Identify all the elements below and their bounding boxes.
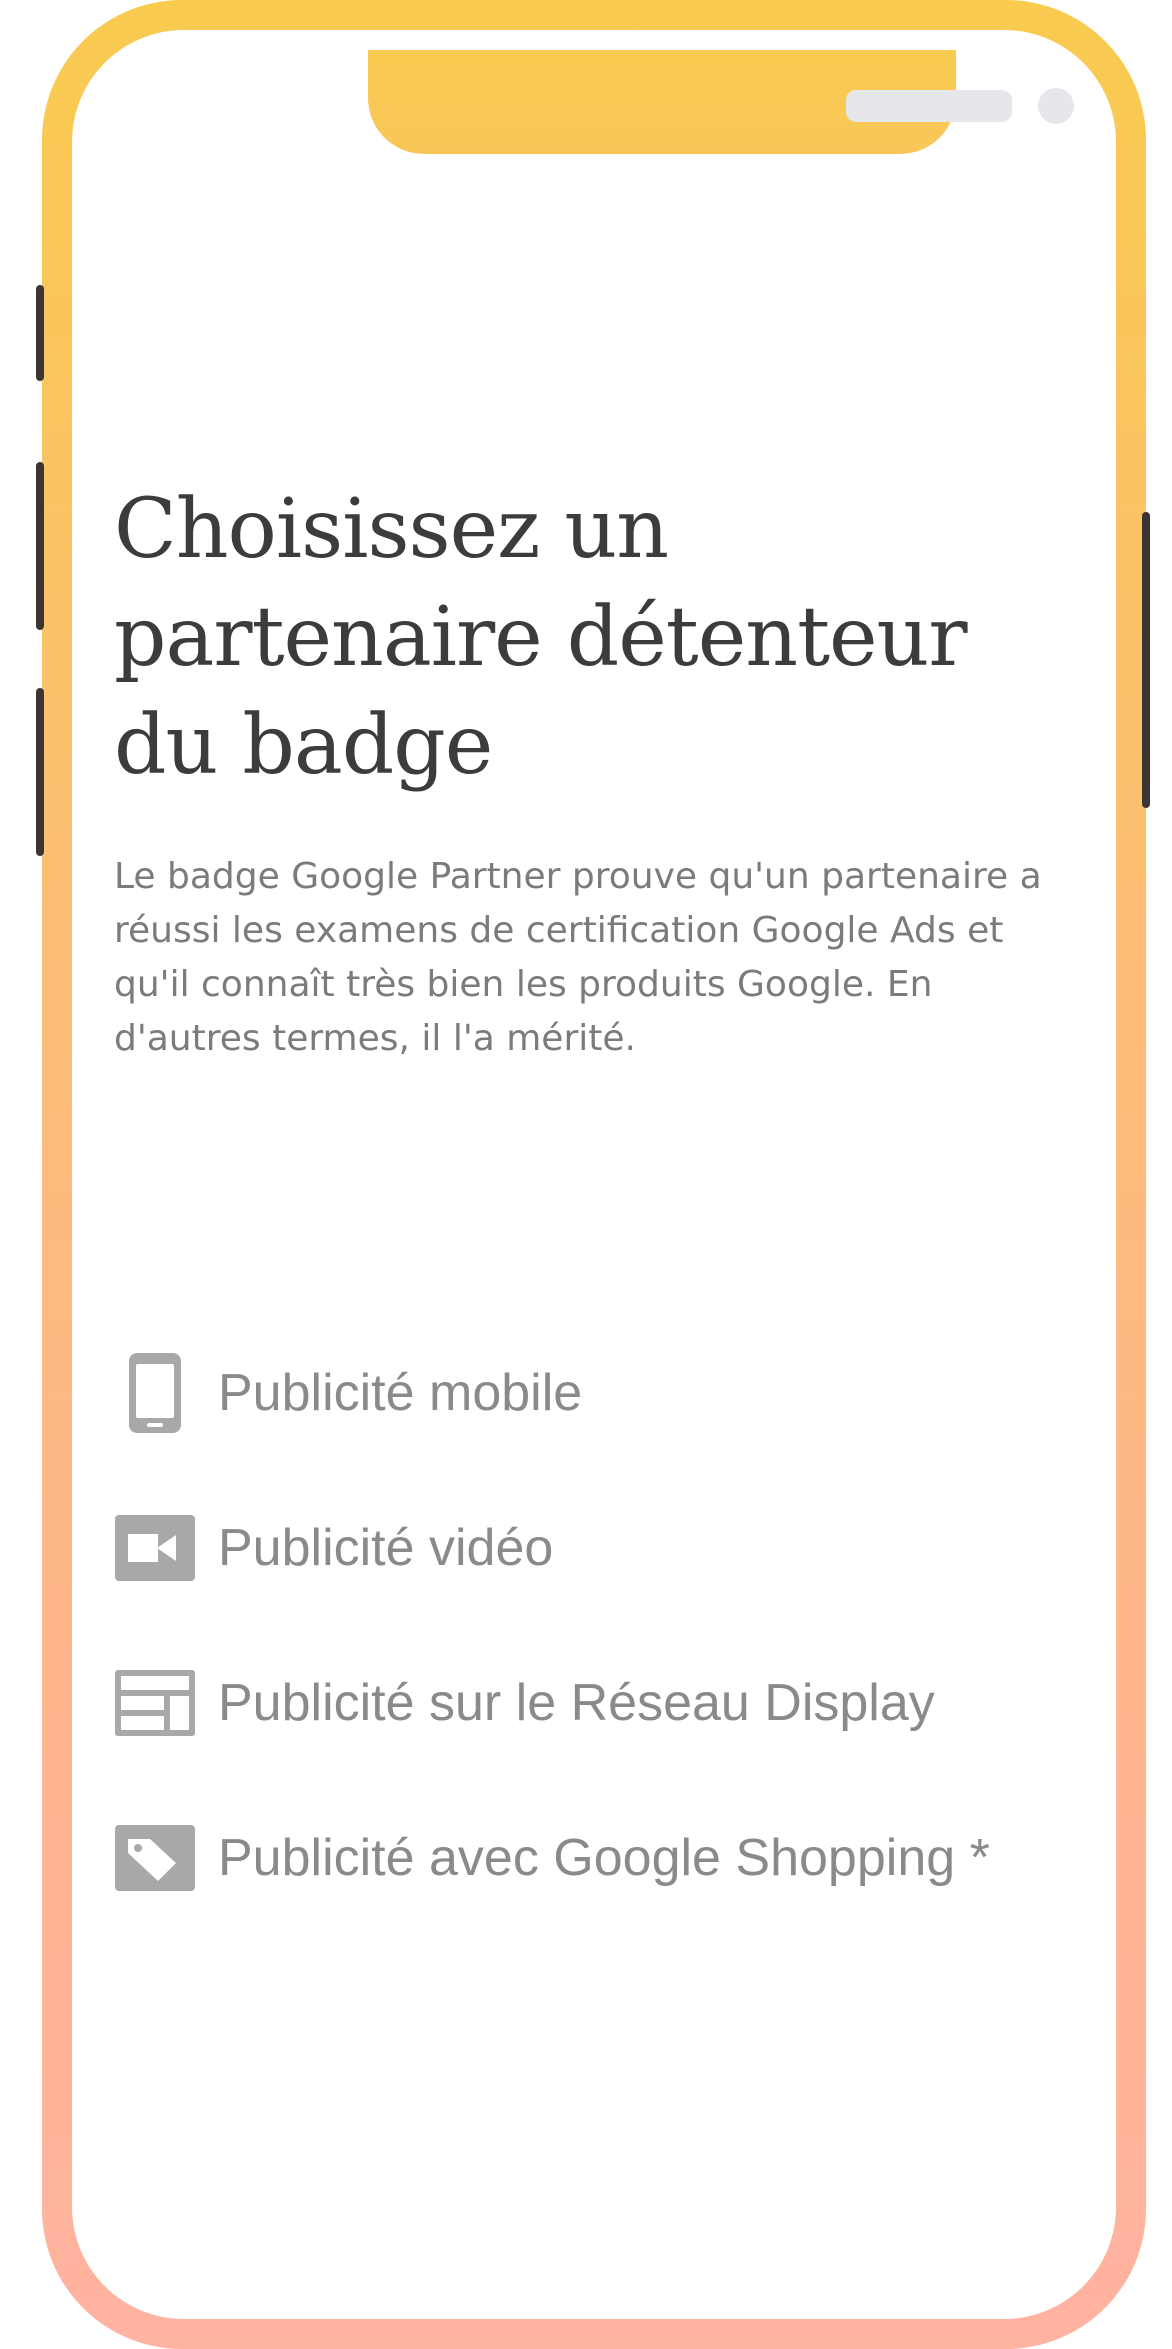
display-network-icon: [114, 1662, 196, 1744]
list-item-shopping: Publicité avec Google Shopping *: [114, 1813, 1074, 1968]
feature-label: Publicité mobile: [218, 1364, 583, 1422]
page-title: Choisissez un partenaire détenteur du ba…: [114, 482, 968, 793]
feature-list: Publicité mobile Publicité vidéo Publici…: [114, 1348, 1074, 1968]
power-button: [1142, 512, 1150, 808]
page-description: Le badge Google Partner prouve qu'un par…: [114, 856, 1042, 1059]
shopping-tag-icon: [114, 1817, 196, 1899]
list-item-video: Publicité vidéo: [114, 1503, 1074, 1658]
list-item-display: Publicité sur le Réseau Display: [114, 1658, 1074, 1813]
list-item-mobile: Publicité mobile: [114, 1348, 1074, 1503]
speaker-grille: [846, 90, 1012, 122]
volume-up-button: [36, 462, 44, 630]
video-camera-icon: [114, 1507, 196, 1589]
feature-label: Publicité sur le Réseau Display: [218, 1674, 935, 1732]
mute-switch: [36, 285, 44, 381]
mobile-phone-icon: [114, 1352, 196, 1434]
feature-label: Publicité vidéo: [218, 1519, 554, 1577]
volume-down-button: [36, 688, 44, 856]
front-camera: [1038, 88, 1074, 124]
device-mockup: Choisissez un partenaire détenteur du ba…: [0, 0, 1172, 2349]
notch: [368, 50, 1074, 154]
phone-screen: [72, 30, 1116, 2319]
feature-label: Publicité avec Google Shopping *: [218, 1829, 990, 1887]
